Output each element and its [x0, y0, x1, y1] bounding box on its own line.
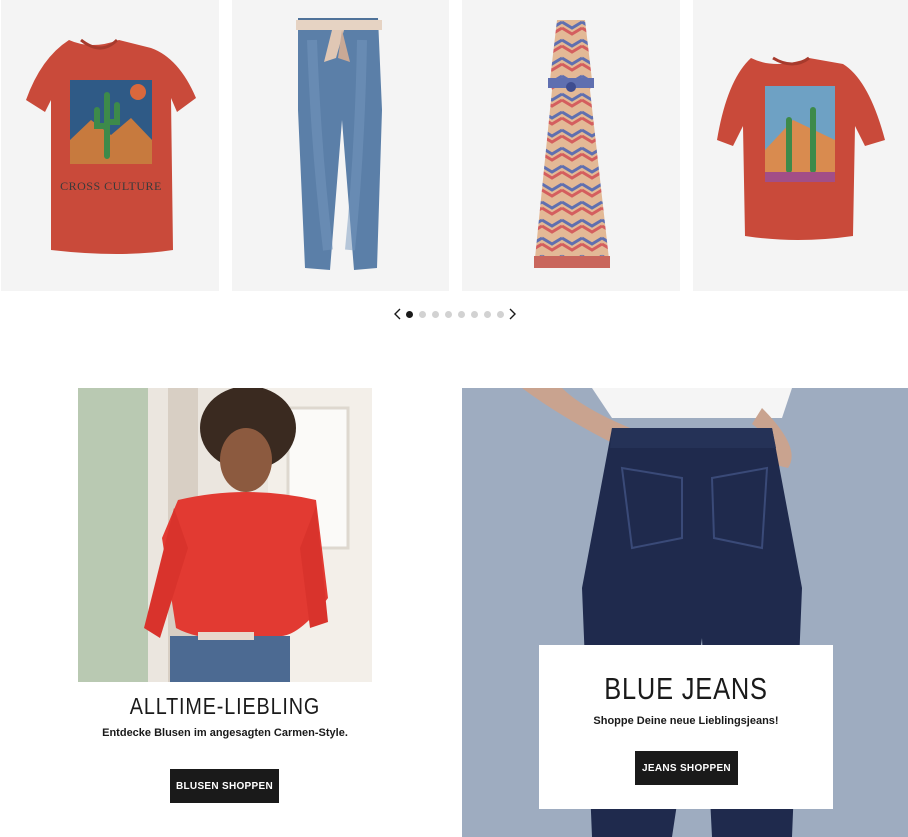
product-tile-tshirt-cross-culture[interactable]: CROSS CULTURE — [1, 0, 219, 291]
teaser-title-blouses: ALLTIME-LIEBLING — [129, 693, 321, 719]
carousel-dot[interactable] — [419, 310, 426, 318]
shop-jeans-button[interactable]: JEANS SHOPPEN — [635, 751, 738, 785]
tshirt-image: CROSS CULTURE — [26, 38, 196, 254]
blouse-teaser-image[interactable] — [78, 388, 372, 682]
product-tile-jeans-with-scarf-belt[interactable] — [232, 0, 449, 291]
jeans-teaser-box: BLUE JEANS Shoppe Deine neue Lieblingsje… — [539, 645, 833, 809]
teaser-subtitle-jeans: Shoppe Deine neue Lieblingsjeans! — [593, 715, 779, 727]
carousel-dot[interactable] — [458, 310, 465, 318]
carousel-navigation — [390, 306, 520, 322]
shop-blouses-button[interactable]: BLUSEN SHOPPEN — [170, 769, 279, 803]
carousel-dot[interactable] — [406, 310, 413, 318]
carousel-dots — [406, 310, 504, 318]
tshirt-desert-image — [717, 56, 885, 240]
product-tile-maxi-dress-zigzag[interactable] — [462, 0, 680, 291]
teaser-title-jeans: BLUE JEANS — [604, 671, 768, 706]
carousel-dot[interactable] — [484, 310, 491, 318]
dress-image — [534, 20, 610, 268]
product-tile-tshirt-desert-print[interactable] — [693, 0, 908, 291]
carousel-dot[interactable] — [432, 310, 439, 318]
chevron-left-icon[interactable] — [390, 306, 404, 322]
tshirt-print-text: CROSS CULTURE — [60, 179, 162, 193]
chevron-right-icon[interactable] — [506, 306, 520, 322]
carousel-dot[interactable] — [471, 310, 478, 318]
jeans-image — [296, 18, 382, 270]
carousel-dot[interactable] — [445, 310, 452, 318]
carousel-dot[interactable] — [497, 310, 504, 318]
teaser-subtitle-blouses: Entdecke Blusen im angesagten Carmen-Sty… — [102, 727, 348, 739]
